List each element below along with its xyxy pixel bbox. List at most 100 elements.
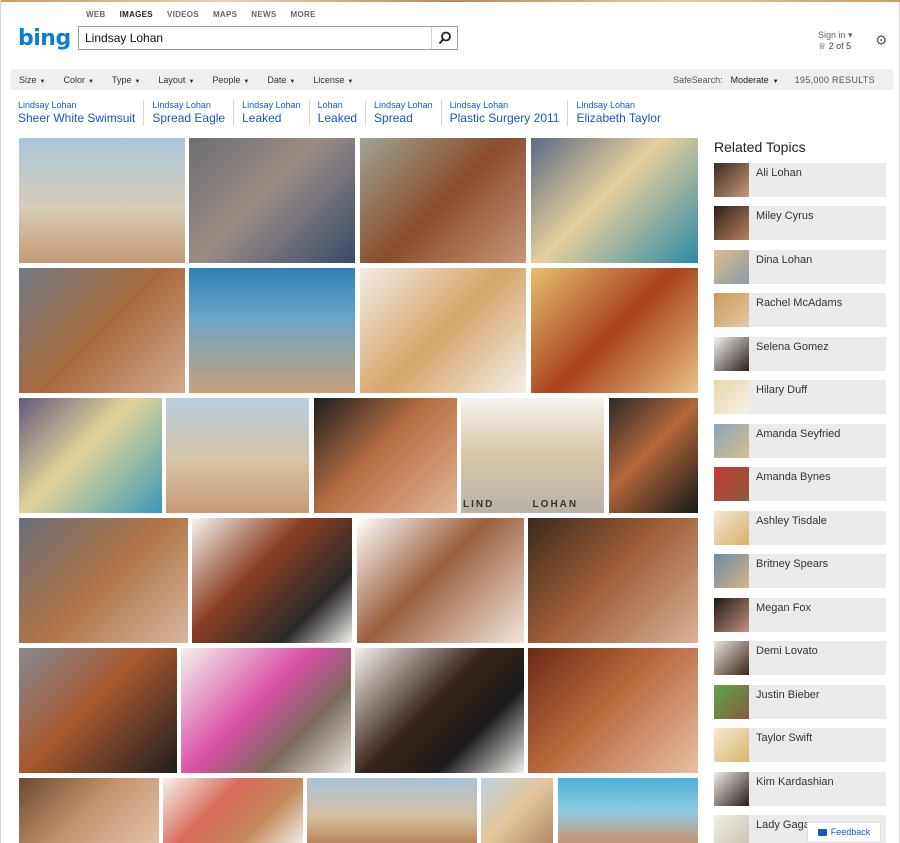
speech-bubble-icon [817, 828, 827, 836]
scope-nav: WEB IMAGES VIDEOS MAPS NEWS MORE [86, 10, 330, 19]
scope-web[interactable]: WEB [86, 10, 106, 19]
related-topic-item[interactable]: Amanda Bynes [714, 467, 886, 501]
scope-maps[interactable]: MAPS [213, 10, 237, 19]
filter-bar-right: SafeSearch: Moderate ▼ 195,000 RESULTS [673, 69, 875, 90]
search-icon [438, 31, 451, 45]
related-topic-item[interactable]: Miley Cyrus [714, 206, 886, 240]
topic-thumbnail [714, 467, 749, 501]
rewards-status[interactable]: ♕ 2 of 5 [818, 41, 853, 52]
scope-more[interactable]: MORE [291, 10, 316, 19]
caret-down-icon: ▼ [347, 78, 354, 85]
related-topic-item[interactable]: Taylor Swift [714, 728, 886, 762]
bing-logo[interactable]: bing [18, 26, 71, 51]
related-search-link[interactable]: Lindsay Lohan Sheer White Swimsuit [18, 100, 145, 126]
safesearch-label: SafeSearch: [673, 74, 723, 85]
topic-thumbnail [714, 554, 749, 588]
top-decorative-strip [1, 0, 900, 2]
results-count: 195,000 RESULTS [794, 74, 875, 85]
image-result[interactable] [19, 398, 162, 513]
image-result[interactable] [19, 268, 185, 393]
scope-images[interactable]: IMAGES [120, 10, 153, 19]
topic-thumbnail [714, 772, 749, 806]
image-result[interactable] [531, 138, 698, 263]
related-topic-item[interactable]: Kim Kardashian [714, 772, 886, 806]
filter-color[interactable]: Color ▼ [63, 75, 93, 85]
related-topic-item[interactable]: Amanda Seyfried [714, 424, 886, 458]
image-result[interactable] [531, 268, 698, 393]
topic-thumbnail [714, 815, 749, 843]
image-result[interactable] [360, 138, 526, 263]
image-result[interactable] [19, 518, 188, 643]
topic-thumbnail [714, 598, 749, 632]
image-result[interactable] [314, 398, 457, 513]
filter-bar: Size ▼ Color ▼ Type ▼ Layout ▼ People ▼ Date ▼… [11, 69, 893, 90]
caret-down-icon: ▼ [772, 78, 779, 85]
feedback-label: Feedback [830, 827, 871, 837]
related-search-link[interactable]: Lindsay Lohan Leaked [242, 100, 310, 126]
image-result[interactable]: LIND LOHAN [461, 398, 604, 513]
topic-thumbnail [714, 337, 749, 371]
image-result[interactable] [192, 518, 352, 643]
related-topic-item[interactable]: Hilary Duff [714, 380, 886, 414]
related-topic-item[interactable]: Rachel McAdams [714, 293, 886, 327]
topic-thumbnail [714, 728, 749, 762]
related-search-link[interactable]: Lindsay Lohan Spread Eagle [152, 100, 235, 126]
image-result[interactable] [189, 138, 355, 263]
image-result[interactable] [360, 268, 526, 393]
topic-thumbnail [714, 511, 749, 545]
topic-thumbnail [714, 685, 749, 719]
caret-down-icon: ▼ [188, 78, 195, 85]
gear-icon[interactable]: ⚙ [875, 32, 888, 49]
image-result[interactable] [307, 778, 477, 843]
safesearch-dropdown[interactable]: Moderate ▼ [731, 75, 779, 85]
image-result[interactable] [357, 518, 524, 643]
image-result[interactable] [558, 778, 698, 843]
image-result[interactable] [19, 778, 159, 843]
image-result[interactable] [528, 648, 698, 773]
image-result[interactable] [355, 648, 524, 773]
search-button[interactable] [431, 27, 457, 49]
image-result[interactable] [481, 778, 553, 843]
topic-thumbnail [714, 641, 749, 675]
caret-down-icon: ▼ [289, 78, 296, 85]
related-search-link[interactable]: Lindsay Lohan Spread [374, 100, 442, 126]
search-box [78, 26, 458, 50]
related-topic-item[interactable]: Selena Gomez [714, 337, 886, 371]
topic-thumbnail [714, 380, 749, 414]
sign-in-link[interactable]: Sign in ▾ [818, 30, 853, 41]
filter-layout[interactable]: Layout ▼ [158, 75, 194, 85]
image-result[interactable] [19, 648, 177, 773]
filter-size[interactable]: Size ▼ [19, 75, 45, 85]
related-topic-item[interactable]: Ali Lohan [714, 163, 886, 197]
filter-type[interactable]: Type ▼ [112, 75, 140, 85]
feedback-button[interactable]: Feedback [807, 822, 881, 841]
filter-license[interactable]: License ▼ [313, 75, 353, 85]
caret-down-icon: ▼ [134, 78, 141, 85]
scope-news[interactable]: NEWS [251, 10, 276, 19]
image-result[interactable] [181, 648, 351, 773]
related-topic-item[interactable]: Megan Fox [714, 598, 886, 632]
filter-date[interactable]: Date ▼ [267, 75, 295, 85]
related-topic-item[interactable]: Demi Lovato [714, 641, 886, 675]
scope-videos[interactable]: VIDEOS [167, 10, 199, 19]
search-input[interactable] [79, 27, 429, 49]
rewards-text: 2 of 5 [828, 41, 852, 51]
thumbnail-watermark: LIND LOHAN [463, 499, 579, 510]
image-result[interactable] [528, 518, 698, 643]
image-result[interactable] [163, 778, 303, 843]
related-topic-item[interactable]: Justin Bieber [714, 685, 886, 719]
caret-down-icon: ▼ [87, 78, 94, 85]
image-result[interactable] [166, 398, 309, 513]
related-search-link[interactable]: Lindsay Lohan Plastic Surgery 2011 [450, 100, 569, 126]
related-topic-item[interactable]: Dina Lohan [714, 250, 886, 284]
related-topic-item[interactable]: Britney Spears [714, 554, 886, 588]
topic-thumbnail [714, 293, 749, 327]
topic-thumbnail [714, 424, 749, 458]
image-result[interactable] [609, 398, 698, 513]
related-topic-item[interactable]: Ashley Tisdale [714, 511, 886, 545]
image-result[interactable] [189, 268, 355, 393]
filter-people[interactable]: People ▼ [212, 75, 249, 85]
image-result[interactable] [19, 138, 185, 263]
related-search-link[interactable]: Lohan Leaked [318, 100, 367, 126]
related-search-link[interactable]: Lindsay Lohan Elizabeth Taylor [576, 100, 669, 126]
